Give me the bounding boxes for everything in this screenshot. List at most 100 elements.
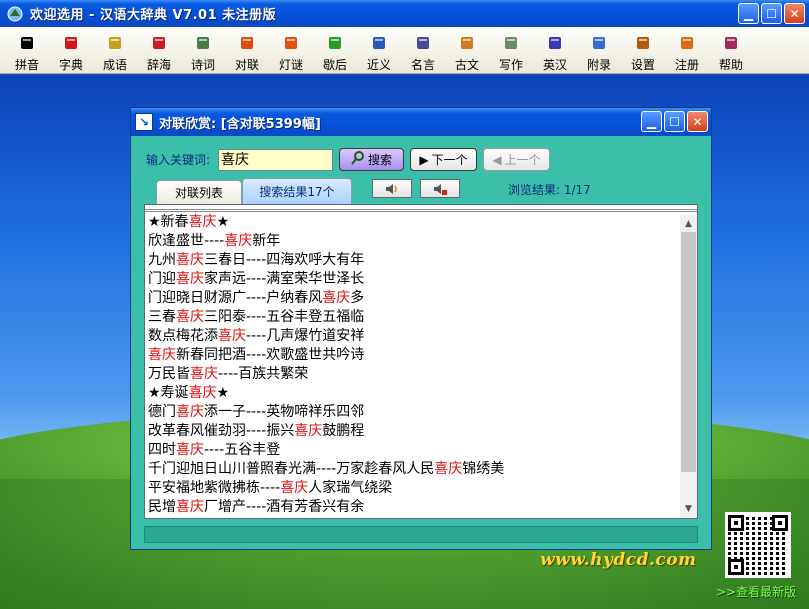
toolbar-item-16[interactable]: 帮助 xyxy=(709,27,753,73)
close-button[interactable]: ✕ xyxy=(784,3,805,24)
pen-icon xyxy=(502,35,520,51)
toolbar-item-12[interactable]: 英汉 xyxy=(533,27,577,73)
result-item[interactable]: ★新春喜庆★ xyxy=(148,213,678,232)
keyword-highlight: 喜庆 xyxy=(190,366,218,382)
toolbar-item-label: 名言 xyxy=(410,58,435,72)
maximize-button[interactable]: ☐ xyxy=(761,3,782,24)
qr-code[interactable] xyxy=(725,512,791,578)
minimize-button[interactable]: ▁ xyxy=(738,3,759,24)
speaker-stop-icon xyxy=(434,183,447,195)
result-item[interactable]: 九州喜庆三春日----四海欢呼大有年 xyxy=(148,251,678,270)
scroll-icon xyxy=(194,35,212,51)
gear-icon xyxy=(634,35,652,51)
result-item[interactable]: 四时喜庆----五谷丰登 xyxy=(148,441,678,460)
toolbar-item-label: 辞海 xyxy=(146,58,171,72)
window-title: 欢迎选用 - 汉语大辞典 V7.01 未注册版 xyxy=(30,8,277,23)
couplet-icon xyxy=(238,35,256,51)
play-left-icon: ◀ xyxy=(492,152,502,167)
main-titlebar: 欢迎选用 - 汉语大辞典 V7.01 未注册版 ▁ ☐ ✕ xyxy=(0,0,809,27)
search-icon xyxy=(351,151,365,168)
result-box: ★新春喜庆★ 欣逢盛世----喜庆新年 九州喜庆三春日----四海欢呼大有年 门迎喜庆… xyxy=(144,204,698,519)
keyword-highlight: 喜庆 xyxy=(176,309,204,325)
tab-search-results[interactable]: 搜索结果17个 xyxy=(242,178,352,204)
scroll-thumb[interactable] xyxy=(681,232,696,472)
tab-couplet-list[interactable]: 对联列表 xyxy=(156,180,242,204)
result-item[interactable]: 改革春风催劲羽----振兴喜庆鼓鹏程 xyxy=(148,422,678,441)
keyword-highlight: 喜庆 xyxy=(176,252,204,268)
register-icon xyxy=(678,35,696,51)
toolbar-item-15[interactable]: 注册 xyxy=(665,27,709,73)
keyword-highlight: 喜庆 xyxy=(434,461,463,477)
keyword-highlight: 喜庆 xyxy=(148,347,176,363)
search-button[interactable]: 搜索 xyxy=(339,148,405,171)
stop-speak-button[interactable] xyxy=(420,179,460,198)
toolbar-item-4[interactable]: 诗词 xyxy=(181,27,225,73)
result-item[interactable]: 平安福地紫微拂栋----喜庆人家瑞气绕梁 xyxy=(148,479,678,498)
dialog-minimize-button[interactable]: ▁ xyxy=(641,111,662,132)
speak-button[interactable] xyxy=(372,179,412,198)
keyword-input[interactable]: 喜庆 xyxy=(218,148,334,171)
face-icon xyxy=(18,35,36,51)
result-item[interactable]: 门迎晓日财源广----户纳春风喜庆多 xyxy=(148,289,678,308)
result-item[interactable]: 门迎喜庆家声远----满室荣华世泽长 xyxy=(148,270,678,289)
minimize-icon: ▁ xyxy=(646,114,657,129)
help-book-icon xyxy=(722,35,740,51)
toolbar-item-label: 注册 xyxy=(674,58,699,72)
tab-row: 对联列表 搜索结果17个 xyxy=(156,178,352,204)
dialog-arrow-icon: ↘ xyxy=(135,113,153,131)
toolbar-item-7[interactable]: 歇后 xyxy=(313,27,357,73)
toolbar-item-3[interactable]: 辞海 xyxy=(137,27,181,73)
toolbar-item-label: 字典 xyxy=(58,58,83,72)
result-item[interactable]: 千门迎旭日山川普照春光满----万家趁春风人民喜庆锦绣美 xyxy=(148,460,678,479)
new-version-link[interactable]: >>查看最新版 xyxy=(716,583,796,600)
toolbar-item-label: 写作 xyxy=(498,58,523,72)
result-item[interactable]: 万民皆喜庆----百族共繁荣 xyxy=(148,365,678,384)
qr-corner-icon xyxy=(728,515,744,531)
dialog-titlebar: ↘ 对联欣赏: [含对联5399幅] ▁ ☐ ✕ xyxy=(131,108,711,136)
website-watermark: www.hydcd.com xyxy=(540,550,697,570)
result-item[interactable]: ★寿诞喜庆★ xyxy=(148,384,678,403)
toolbar-item-5[interactable]: 对联 xyxy=(225,27,269,73)
toolbar-item-0[interactable]: 拼音 xyxy=(5,27,49,73)
toolbar-item-label: 灯谜 xyxy=(278,58,303,72)
green-book-icon xyxy=(326,35,344,51)
dialog-close-button[interactable]: ✕ xyxy=(687,111,708,132)
next-button[interactable]: ▶ 下一个 xyxy=(410,148,478,171)
notepad-icon xyxy=(414,35,432,51)
result-item[interactable]: 德门喜庆添一子----英物啼祥乐四邻 xyxy=(148,403,678,422)
close-icon: ✕ xyxy=(692,114,703,129)
toolbar-item-9[interactable]: 名言 xyxy=(401,27,445,73)
toolbar-item-14[interactable]: 设置 xyxy=(621,27,665,73)
result-item[interactable]: 三春喜庆三阳泰----五谷丰登五福临 xyxy=(148,308,678,327)
result-divider xyxy=(145,205,697,212)
qr-corner-icon xyxy=(772,515,788,531)
result-item[interactable]: 数点梅花添喜庆----几声爆竹道安祥 xyxy=(148,327,678,346)
keyword-highlight: 喜庆 xyxy=(280,480,309,496)
toolbar-item-11[interactable]: 写作 xyxy=(489,27,533,73)
toolbar-item-6[interactable]: 灯谜 xyxy=(269,27,313,73)
result-item[interactable]: 民增喜庆厂增产----酒有芳香兴有余 xyxy=(148,498,678,513)
toolbar-item-13[interactable]: 附录 xyxy=(577,27,621,73)
toolbar-item-8[interactable]: 近义 xyxy=(357,27,401,73)
prev-button[interactable]: ◀ 上一个 xyxy=(483,148,551,171)
result-list[interactable]: ★新春喜庆★ 欣逢盛世----喜庆新年 九州喜庆三春日----四海欢呼大有年 门迎喜庆… xyxy=(148,213,678,513)
vertical-scrollbar[interactable]: ▲ ▼ xyxy=(680,215,697,517)
next-button-label: 下一个 xyxy=(431,153,468,167)
scroll-up-icon[interactable]: ▲ xyxy=(680,215,697,232)
keyword-highlight: 喜庆 xyxy=(176,271,204,287)
dialog-maximize-button[interactable]: ☐ xyxy=(664,111,685,132)
result-item[interactable]: 欣逢盛世----喜庆新年 xyxy=(148,232,678,251)
toolbar-item-label: 设置 xyxy=(630,58,655,72)
scroll-down-icon[interactable]: ▼ xyxy=(680,500,697,517)
lantern-icon xyxy=(282,35,300,51)
toolbar-item-2[interactable]: 成语 xyxy=(93,27,137,73)
toolbar-item-10[interactable]: 古文 xyxy=(445,27,489,73)
result-item[interactable]: 喜庆新春同把酒----欢歌盛世共吟诗 xyxy=(148,346,678,365)
toolbar-item-1[interactable]: 字典 xyxy=(49,27,93,73)
toolbar-item-label: 古文 xyxy=(454,58,479,72)
appendix-icon xyxy=(590,35,608,51)
keyword-label: 输入关键词: xyxy=(146,153,211,167)
toolbar-item-label: 歇后 xyxy=(322,58,347,72)
speaker-icon xyxy=(386,183,397,194)
toolbar-item-label: 近义 xyxy=(366,58,391,72)
